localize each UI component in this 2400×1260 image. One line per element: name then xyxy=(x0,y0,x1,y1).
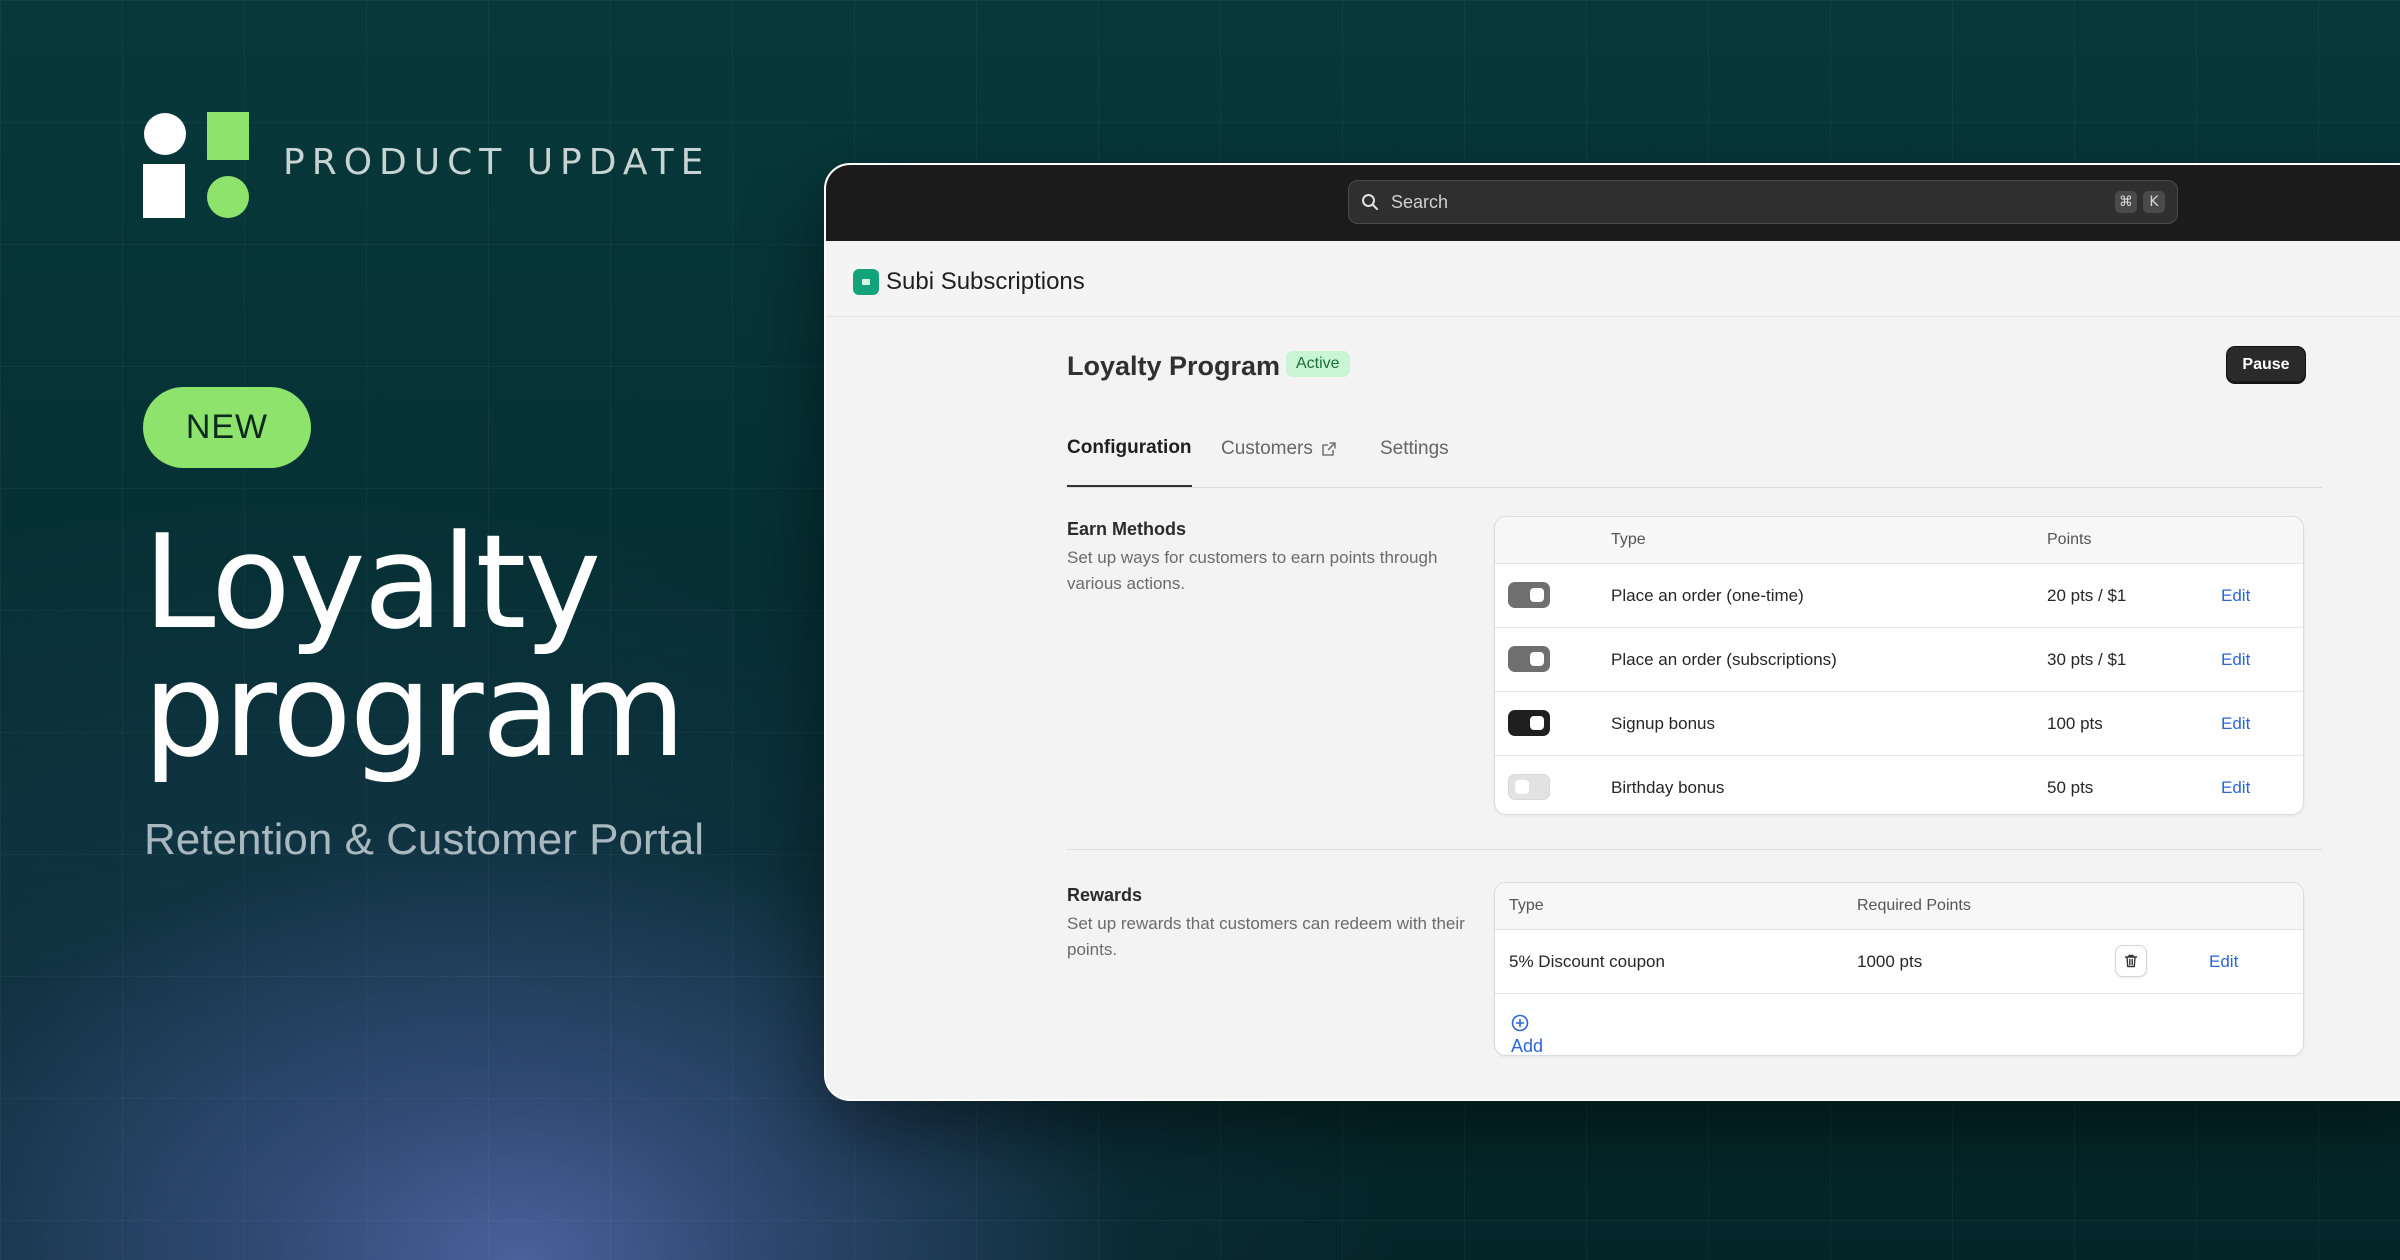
table-row: Place an order (subscriptions) 30 pts / … xyxy=(1495,628,2303,692)
edit-link[interactable]: Edit xyxy=(2209,952,2238,972)
shortcut-key-cmd: ⌘ xyxy=(2115,191,2137,213)
page-title: Loyalty Program xyxy=(1067,351,1281,381)
rewards-title: Rewards xyxy=(1067,885,1143,905)
edit-link[interactable]: Edit xyxy=(2221,650,2250,670)
status-badge: Active xyxy=(1286,351,1350,377)
pause-button[interactable]: Pause xyxy=(2227,347,2305,383)
table-row: Birthday bonus 50 pts Edit xyxy=(1495,756,2303,814)
edit-link[interactable]: Edit xyxy=(2221,778,2250,798)
enable-toggle[interactable] xyxy=(1508,646,1550,672)
enable-toggle[interactable] xyxy=(1508,710,1550,736)
hero-title-line-2: program xyxy=(143,634,686,786)
earn-points: 100 pts xyxy=(2047,714,2103,733)
tab-label: Settings xyxy=(1380,438,1449,459)
external-link-icon xyxy=(1322,442,1336,456)
hero-subtitle: Retention & Customer Portal xyxy=(144,815,705,864)
reward-points: 1000 pts xyxy=(1857,952,1923,971)
add-reward-label: Add Reward xyxy=(1511,1036,1544,1056)
edit-link[interactable]: Edit xyxy=(2221,714,2250,734)
rewards-table: Type Required Points 5% Discount coupon … xyxy=(1494,882,2304,1056)
table-header: Type Required Points xyxy=(1495,883,2303,930)
earn-type: Birthday bonus xyxy=(1611,778,1725,797)
tab-bar: Configuration Customers Settings xyxy=(1067,425,2322,488)
edit-link[interactable]: Edit xyxy=(2221,586,2250,606)
app-icon xyxy=(853,269,879,295)
table-row: Place an order (one-time) 20 pts / $1 Ed… xyxy=(1495,564,2303,628)
tab-label: Customers xyxy=(1221,438,1313,459)
rewards-description: Set up rewards that customers can redeem… xyxy=(1067,914,1465,959)
brand-logo-icon xyxy=(143,112,249,218)
hero-title: Loyalty program xyxy=(143,517,686,775)
table-row: 5% Discount coupon 1000 pts Edit xyxy=(1495,930,2303,994)
search-icon xyxy=(1362,194,1378,210)
tab-customers[interactable]: Customers xyxy=(1221,425,1337,487)
column-header-points: Points xyxy=(2047,531,2092,548)
tab-configuration[interactable]: Configuration xyxy=(1067,425,1192,487)
reward-type: 5% Discount coupon xyxy=(1509,952,1665,971)
app-header: Subi Subscriptions xyxy=(826,241,2400,317)
earn-type: Signup bonus xyxy=(1611,714,1715,733)
plus-circle-icon xyxy=(1511,1014,1529,1032)
app-window: ⌘ K Subi Subscriptions Loyalty Program A… xyxy=(824,163,2400,1101)
earn-type: Place an order (one-time) xyxy=(1611,586,1804,605)
kicker-label: PRODUCT UPDATE xyxy=(283,142,711,183)
add-reward-row: Add Reward xyxy=(1495,994,2303,1055)
top-bar: ⌘ K xyxy=(826,165,2400,241)
search-input[interactable] xyxy=(1389,190,2109,214)
new-badge: NEW xyxy=(143,387,311,468)
earn-points: 20 pts / $1 xyxy=(2047,586,2127,605)
shortcut-key-k: K xyxy=(2143,191,2165,213)
delete-reward-button[interactable] xyxy=(2115,945,2147,977)
app-name: Subi Subscriptions xyxy=(886,268,1085,295)
earn-methods-table: Type Points Place an order (one-time) 20… xyxy=(1494,516,2304,815)
table-header: Type Points xyxy=(1495,517,2303,564)
earn-points: 50 pts xyxy=(2047,778,2094,797)
earn-type: Place an order (subscriptions) xyxy=(1611,650,1837,669)
search-box[interactable]: ⌘ K xyxy=(1348,180,2178,224)
add-reward-button[interactable]: Add Reward xyxy=(1511,1014,1543,1055)
earn-points: 30 pts / $1 xyxy=(2047,650,2127,669)
tab-label: Configuration xyxy=(1067,437,1192,458)
tab-settings[interactable]: Settings xyxy=(1380,425,1449,487)
table-row: Signup bonus 100 pts Edit xyxy=(1495,692,2303,756)
enable-toggle[interactable] xyxy=(1508,582,1550,608)
column-header-type: Type xyxy=(1611,531,1646,548)
section-divider xyxy=(1067,849,2322,850)
earn-methods-title: Earn Methods xyxy=(1067,519,1187,539)
column-header-required-points: Required Points xyxy=(1857,897,1971,914)
trash-icon xyxy=(2124,954,2138,968)
enable-toggle[interactable] xyxy=(1508,774,1550,800)
column-header-type: Type xyxy=(1509,897,1544,914)
earn-methods-description: Set up ways for customers to earn points… xyxy=(1067,548,1438,593)
